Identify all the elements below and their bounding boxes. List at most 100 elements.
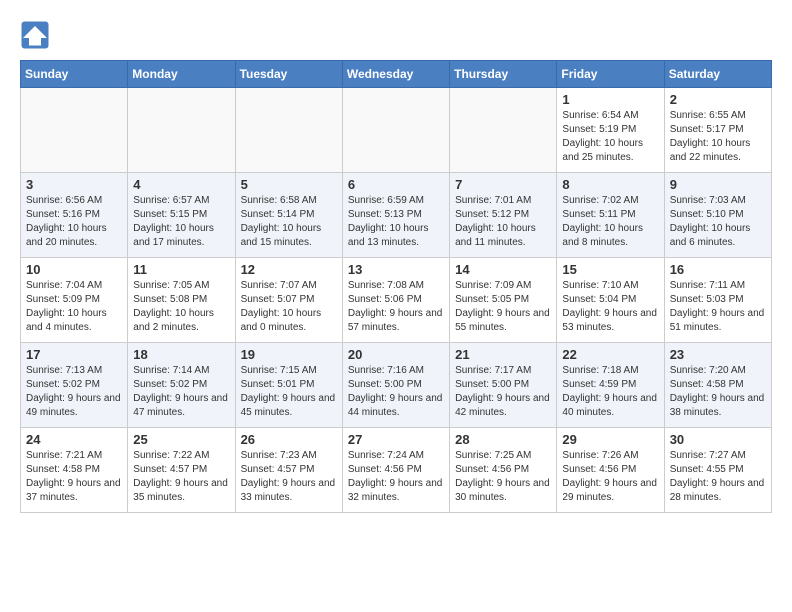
day-number: 14 — [455, 262, 551, 277]
calendar-cell: 6 Sunrise: 6:59 AM Sunset: 5:13 PM Daylig… — [342, 173, 449, 258]
calendar-cell — [235, 88, 342, 173]
day-info: Sunrise: 7:17 AM Sunset: 5:00 PM Dayligh… — [455, 364, 551, 420]
calendar-cell: 13 Sunrise: 7:08 AM Sunset: 5:06 PM Dayli… — [342, 258, 449, 343]
day-info: Sunrise: 6:57 AM Sunset: 5:15 PM Dayligh… — [133, 194, 229, 250]
day-number: 12 — [241, 262, 337, 277]
day-number: 7 — [455, 177, 551, 192]
day-info: Sunrise: 7:22 AM Sunset: 4:57 PM Dayligh… — [133, 449, 229, 505]
day-number: 15 — [562, 262, 658, 277]
day-number: 8 — [562, 177, 658, 192]
day-info: Sunrise: 7:24 AM Sunset: 4:56 PM Dayligh… — [348, 449, 444, 505]
calendar-cell: 11 Sunrise: 7:05 AM Sunset: 5:08 PM Dayli… — [128, 258, 235, 343]
day-info: Sunrise: 6:59 AM Sunset: 5:13 PM Dayligh… — [348, 194, 444, 250]
day-number: 18 — [133, 347, 229, 362]
calendar-cell: 22 Sunrise: 7:18 AM Sunset: 4:59 PM Dayli… — [557, 343, 664, 428]
day-number: 9 — [670, 177, 766, 192]
day-number: 10 — [26, 262, 122, 277]
day-number: 27 — [348, 432, 444, 447]
day-info: Sunrise: 7:05 AM Sunset: 5:08 PM Dayligh… — [133, 279, 229, 335]
calendar-cell: 9 Sunrise: 7:03 AM Sunset: 5:10 PM Daylig… — [664, 173, 771, 258]
day-number: 3 — [26, 177, 122, 192]
calendar-cell: 10 Sunrise: 7:04 AM Sunset: 5:09 PM Dayli… — [21, 258, 128, 343]
calendar-cell: 18 Sunrise: 7:14 AM Sunset: 5:02 PM Dayli… — [128, 343, 235, 428]
day-number: 13 — [348, 262, 444, 277]
calendar-cell: 24 Sunrise: 7:21 AM Sunset: 4:58 PM Dayli… — [21, 428, 128, 513]
day-number: 11 — [133, 262, 229, 277]
day-info: Sunrise: 7:20 AM Sunset: 4:58 PM Dayligh… — [670, 364, 766, 420]
calendar-cell: 15 Sunrise: 7:10 AM Sunset: 5:04 PM Dayli… — [557, 258, 664, 343]
calendar-cell: 27 Sunrise: 7:24 AM Sunset: 4:56 PM Dayli… — [342, 428, 449, 513]
calendar-cell: 5 Sunrise: 6:58 AM Sunset: 5:14 PM Daylig… — [235, 173, 342, 258]
page-header — [20, 20, 772, 50]
day-info: Sunrise: 7:07 AM Sunset: 5:07 PM Dayligh… — [241, 279, 337, 335]
day-number: 23 — [670, 347, 766, 362]
day-info: Sunrise: 6:56 AM Sunset: 5:16 PM Dayligh… — [26, 194, 122, 250]
day-number: 6 — [348, 177, 444, 192]
day-info: Sunrise: 7:02 AM Sunset: 5:11 PM Dayligh… — [562, 194, 658, 250]
calendar-cell: 20 Sunrise: 7:16 AM Sunset: 5:00 PM Dayli… — [342, 343, 449, 428]
day-info: Sunrise: 7:26 AM Sunset: 4:56 PM Dayligh… — [562, 449, 658, 505]
calendar-cell: 21 Sunrise: 7:17 AM Sunset: 5:00 PM Dayli… — [450, 343, 557, 428]
weekday-header-friday: Friday — [557, 61, 664, 88]
day-info: Sunrise: 6:58 AM Sunset: 5:14 PM Dayligh… — [241, 194, 337, 250]
calendar-cell: 26Sunrise: 7:23 AM Sunset: 4:57 PM Dayli… — [235, 428, 342, 513]
day-info: Sunrise: 7:03 AM Sunset: 5:10 PM Dayligh… — [670, 194, 766, 250]
day-info: Sunrise: 7:18 AM Sunset: 4:59 PM Dayligh… — [562, 364, 658, 420]
day-info: Sunrise: 7:21 AM Sunset: 4:58 PM Dayligh… — [26, 449, 122, 505]
day-number: 28 — [455, 432, 551, 447]
day-info: Sunrise: 7:14 AM Sunset: 5:02 PM Dayligh… — [133, 364, 229, 420]
calendar-cell — [21, 88, 128, 173]
calendar-cell — [342, 88, 449, 173]
day-info: Sunrise: 7:23 AM Sunset: 4:57 PM Dayligh… — [241, 449, 337, 505]
calendar-cell: 28 Sunrise: 7:25 AM Sunset: 4:56 PM Dayli… — [450, 428, 557, 513]
logo-icon — [20, 20, 50, 50]
day-info: Sunrise: 7:27 AM Sunset: 4:55 PM Dayligh… — [670, 449, 766, 505]
calendar-cell — [450, 88, 557, 173]
calendar-cell: 8 Sunrise: 7:02 AM Sunset: 5:11 PM Daylig… — [557, 173, 664, 258]
calendar-cell: 14 Sunrise: 7:09 AM Sunset: 5:05 PM Dayli… — [450, 258, 557, 343]
calendar-cell: 23 Sunrise: 7:20 AM Sunset: 4:58 PM Dayli… — [664, 343, 771, 428]
day-number: 1 — [562, 92, 658, 107]
calendar-cell: 12 Sunrise: 7:07 AM Sunset: 5:07 PM Dayli… — [235, 258, 342, 343]
day-info: Sunrise: 7:16 AM Sunset: 5:00 PM Dayligh… — [348, 364, 444, 420]
logo — [20, 20, 54, 50]
day-number: 24 — [26, 432, 122, 447]
day-info: Sunrise: 7:08 AM Sunset: 5:06 PM Dayligh… — [348, 279, 444, 335]
calendar-cell: 29 Sunrise: 7:26 AM Sunset: 4:56 PM Dayli… — [557, 428, 664, 513]
day-number: 2 — [670, 92, 766, 107]
day-number: 21 — [455, 347, 551, 362]
calendar-cell — [128, 88, 235, 173]
day-info: Sunrise: 7:09 AM Sunset: 5:05 PM Dayligh… — [455, 279, 551, 335]
day-number: 19 — [241, 347, 337, 362]
day-info: Sunrise: 7:13 AM Sunset: 5:02 PM Dayligh… — [26, 364, 122, 420]
day-number: 29 — [562, 432, 658, 447]
calendar-cell: 19Sunrise: 7:15 AM Sunset: 5:01 PM Dayli… — [235, 343, 342, 428]
calendar-cell: 7Sunrise: 7:01 AM Sunset: 5:12 PM Daylig… — [450, 173, 557, 258]
weekday-header-tuesday: Tuesday — [235, 61, 342, 88]
day-number: 22 — [562, 347, 658, 362]
day-number: 5 — [241, 177, 337, 192]
weekday-header-monday: Monday — [128, 61, 235, 88]
weekday-header-saturday: Saturday — [664, 61, 771, 88]
day-info: Sunrise: 7:10 AM Sunset: 5:04 PM Dayligh… — [562, 279, 658, 335]
calendar-cell: 4Sunrise: 6:57 AM Sunset: 5:15 PM Daylig… — [128, 173, 235, 258]
day-number: 17 — [26, 347, 122, 362]
calendar-cell: 17 Sunrise: 7:13 AM Sunset: 5:02 PM Dayli… — [21, 343, 128, 428]
weekday-header-sunday: Sunday — [21, 61, 128, 88]
calendar-cell: 25 Sunrise: 7:22 AM Sunset: 4:57 PM Dayli… — [128, 428, 235, 513]
calendar-cell: 2Sunrise: 6:55 AM Sunset: 5:17 PM Daylig… — [664, 88, 771, 173]
weekday-header-thursday: Thursday — [450, 61, 557, 88]
calendar-table: SundayMondayTuesdayWednesdayThursdayFrid… — [20, 60, 772, 513]
weekday-header-wednesday: Wednesday — [342, 61, 449, 88]
day-number: 20 — [348, 347, 444, 362]
calendar-cell: 30 Sunrise: 7:27 AM Sunset: 4:55 PM Dayli… — [664, 428, 771, 513]
day-info: Sunrise: 7:04 AM Sunset: 5:09 PM Dayligh… — [26, 279, 122, 335]
day-info: Sunrise: 7:25 AM Sunset: 4:56 PM Dayligh… — [455, 449, 551, 505]
calendar-cell: 1 Sunrise: 6:54 AM Sunset: 5:19 PM Daylig… — [557, 88, 664, 173]
day-number: 16 — [670, 262, 766, 277]
day-number: 30 — [670, 432, 766, 447]
calendar-cell: 16Sunrise: 7:11 AM Sunset: 5:03 PM Dayli… — [664, 258, 771, 343]
calendar-cell: 3 Sunrise: 6:56 AM Sunset: 5:16 PM Daylig… — [21, 173, 128, 258]
day-info: Sunrise: 6:54 AM Sunset: 5:19 PM Dayligh… — [562, 109, 658, 165]
day-number: 25 — [133, 432, 229, 447]
